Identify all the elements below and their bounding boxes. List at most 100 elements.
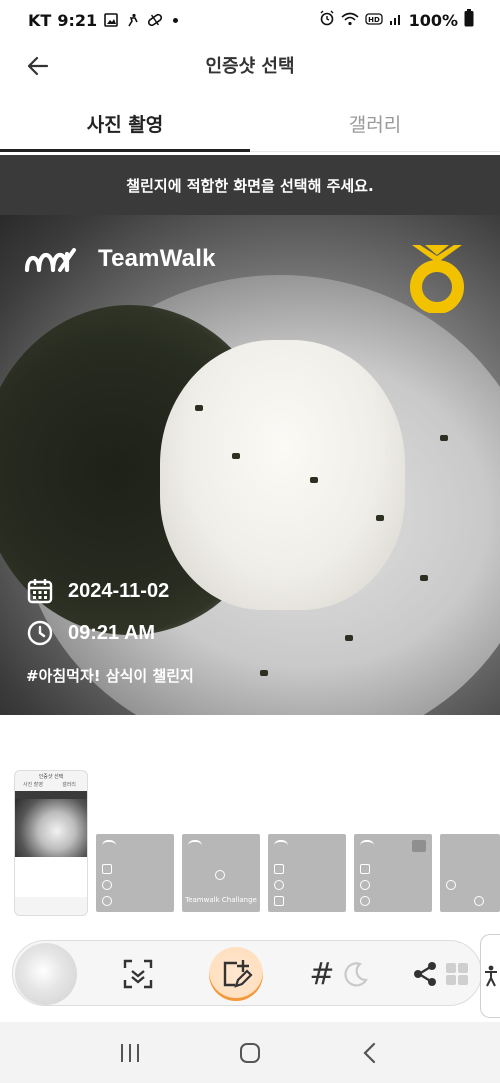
rice-shape: [160, 340, 405, 610]
photo-date: 2024-11-02: [68, 579, 170, 602]
date-row: 2024-11-02: [26, 577, 169, 605]
mini-title: 인증샷 선택: [38, 773, 64, 780]
share-icon: [414, 962, 436, 986]
thumbnail-template-5[interactable]: [440, 834, 500, 912]
grid-icon: [446, 963, 468, 985]
mini-logo-icon: [188, 840, 202, 846]
hd-icon: HD: [364, 11, 383, 30]
mini-clock-icon: [446, 880, 456, 890]
seaweed-fleck: [232, 453, 240, 459]
accessibility-side-tab[interactable]: [480, 934, 500, 1018]
moon-icon: [344, 962, 368, 987]
scan-button[interactable]: [111, 947, 165, 1001]
mini-logo-icon: [102, 840, 116, 846]
challenge-hashtag: #아침먹자! 삼식이 챌린지: [26, 667, 194, 685]
mini-calendar-icon: [274, 864, 284, 874]
mini-clock-icon: [274, 880, 284, 890]
grid-button[interactable]: [437, 947, 477, 1001]
carrier-label: KT: [28, 10, 52, 30]
mini-chat-icon: [474, 896, 484, 906]
sticker-edit-button[interactable]: [209, 947, 263, 1001]
bottom-toolbar: #: [12, 940, 482, 1006]
mini-clock-icon: [360, 880, 370, 890]
image-icon: [103, 12, 119, 28]
mini-clock-icon: [102, 880, 112, 890]
teamwalk-logo-icon: [24, 248, 76, 272]
notification-dot-icon: [173, 17, 179, 23]
thumbnail-caption: Teamwalk Challange: [185, 896, 257, 904]
mini-photo: [15, 799, 87, 857]
home-icon: [240, 1042, 260, 1063]
instruction-text: 챌린지에 적합한 화면을 선택해 주세요.: [126, 176, 374, 195]
photo-time: 09:21 AM: [68, 621, 156, 644]
mini-calendar-icon: [102, 864, 112, 874]
thumbnail-screenshot[interactable]: 인증샷 선택 사진 촬영 갤러리: [14, 770, 88, 916]
tab-take-photo[interactable]: 사진 촬영: [0, 96, 250, 152]
back-nav-button[interactable]: [345, 1033, 395, 1073]
mini-tabs: 사진 촬영 갤러리: [15, 781, 87, 791]
seaweed-fleck: [195, 405, 203, 411]
mini-walk-icon: [274, 896, 284, 906]
tab-gallery[interactable]: 갤러리: [250, 96, 500, 151]
mini-banner: [15, 791, 87, 799]
mini-chat-icon: [215, 870, 225, 880]
seaweed-fleck: [310, 477, 318, 483]
thumbnail-template-2[interactable]: Teamwalk Challange: [182, 834, 260, 912]
mini-chat-icon: [360, 896, 370, 906]
mini-calendar-icon: [360, 864, 370, 874]
night-mode-button[interactable]: [335, 947, 375, 1001]
mini-logo-icon: [360, 840, 374, 846]
challenge-badge-icon: [410, 245, 464, 313]
mini-chat-icon: [102, 896, 112, 906]
hashtag-button[interactable]: #: [307, 947, 337, 1001]
page-title: 인증샷 선택: [205, 56, 295, 77]
brand-name: TeamWalk: [98, 245, 216, 272]
mini-badge-icon: [412, 840, 426, 852]
tab-bar: 사진 촬영 갤러리: [0, 96, 500, 152]
toolbar-preview-avatar[interactable]: [15, 943, 77, 1005]
status-left: KT 9:21: [28, 10, 179, 30]
instruction-banner: 챌린지에 적합한 화면을 선택해 주세요.: [0, 155, 500, 215]
status-right: HD 100%: [319, 9, 474, 31]
accessibility-person-icon: [484, 965, 497, 987]
thumbnail-template-3[interactable]: [268, 834, 346, 912]
template-thumbnail-strip[interactable]: 인증샷 선택 사진 촬영 갤러리 Teamwalk Challange: [0, 770, 500, 920]
tab-gallery-label: 갤러리: [348, 114, 402, 136]
thumbnail-template-1[interactable]: [96, 834, 174, 912]
signal-icon: [389, 11, 403, 30]
scan-icon: [123, 959, 153, 989]
seaweed-fleck: [345, 635, 353, 641]
seaweed-fleck: [260, 670, 268, 676]
mini-bottom: [15, 857, 87, 897]
clock: 9:21: [57, 10, 98, 30]
seaweed-fleck: [376, 515, 384, 521]
system-navigation-bar: [0, 1022, 500, 1083]
hashtag-icon: #: [309, 956, 335, 992]
photo-preview[interactable]: TeamWalk 2024-11-02 09:21 AM #아침먹자! 삼식이 …: [0, 215, 500, 715]
arrow-left-icon: [27, 56, 49, 76]
home-button[interactable]: [225, 1033, 275, 1073]
recent-apps-button[interactable]: [105, 1033, 155, 1073]
app-header: 인증샷 선택: [0, 40, 500, 90]
clock-icon: [27, 620, 53, 646]
seaweed-fleck: [440, 435, 448, 441]
mini-tab-gallery: 갤러리: [62, 782, 76, 788]
calendar-icon: [27, 579, 53, 604]
pill-icon: [147, 12, 163, 28]
tab-take-photo-label: 사진 촬영: [86, 114, 164, 136]
seaweed-fleck: [420, 575, 428, 581]
battery-icon: [464, 9, 474, 31]
back-button[interactable]: [20, 48, 56, 84]
time-row: 09:21 AM: [26, 619, 155, 647]
svg-text:HD: HD: [368, 16, 380, 24]
add-sticker-edit-icon: [223, 960, 253, 988]
alarm-icon: [319, 10, 335, 30]
brand-watermark: TeamWalk: [24, 245, 216, 273]
battery-percent: 100%: [408, 10, 458, 30]
recent-apps-icon: [121, 1043, 139, 1062]
back-icon: [363, 1042, 376, 1063]
accessibility-icon: [125, 12, 141, 28]
wifi-icon: [341, 11, 359, 30]
thumbnail-template-4[interactable]: [354, 834, 432, 912]
mini-tab-photo: 사진 촬영: [23, 782, 43, 788]
